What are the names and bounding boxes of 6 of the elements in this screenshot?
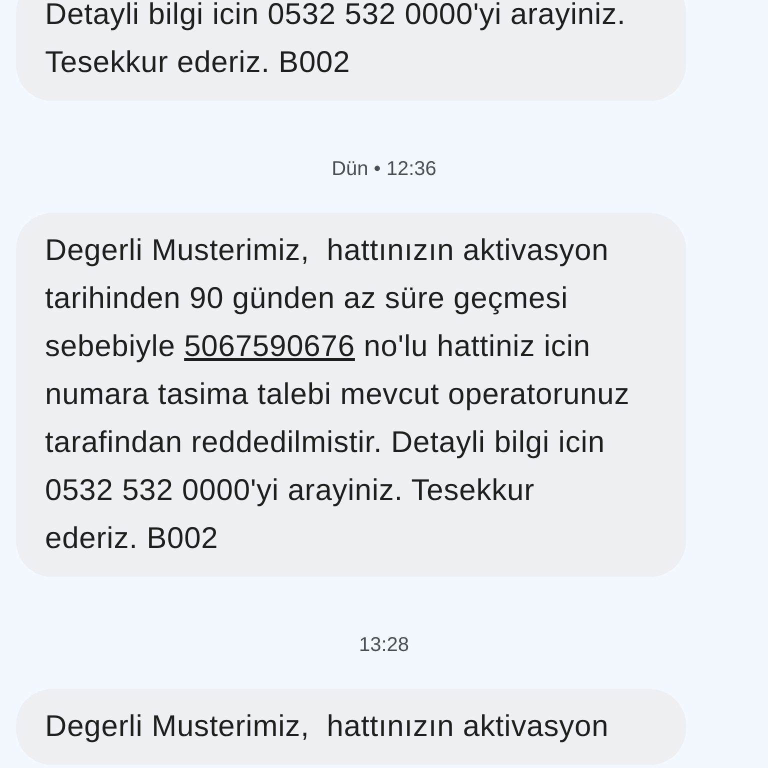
phone-number-link[interactable]: 5067590676 — [184, 330, 355, 363]
message-text: Degerli Musterimiz, hattınızın aktivasyon — [45, 709, 610, 745]
message-timestamp: 13:28 — [358, 633, 410, 658]
message-timestamp: Dün • 12:36 — [332, 157, 436, 182]
message-text: Detayli bilgi icin 0532 532 0000'yi arayiniz. Tesekkur ederiz. B002 — [45, 0, 627, 81]
message-text: Degerli Musterimiz, hattınızın aktivasyon tarihinden 90 günden az süre geçmesi sebebiyle 5067590676 no'lu hattiniz icin numara tasima talebi mevcut operatorunuz tarafindan reddedilmistir. Detayli bilgi icin 0532 532 0000'yi arayiniz. Tesekkur ederiz. B002 — [45, 233, 631, 557]
